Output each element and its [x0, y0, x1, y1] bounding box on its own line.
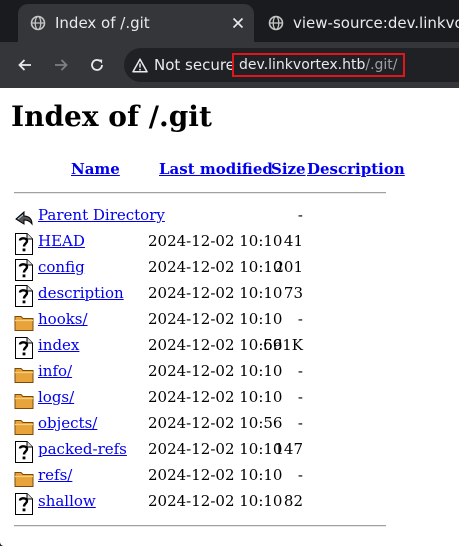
file-link[interactable]: Parent Directory	[38, 206, 165, 224]
file-link[interactable]: info/	[38, 362, 72, 380]
table-row: objects/2024-12-02 10:56-	[0, 412, 459, 438]
page-title: Index of /.git	[11, 100, 212, 133]
file-size: 41	[283, 232, 303, 250]
file-size: -	[297, 414, 303, 432]
url-text[interactable]: dev.linkvortex.htb/.git/	[232, 53, 405, 77]
table-row: info/2024-12-02 10:10-	[0, 360, 459, 386]
column-header-description[interactable]: Description	[307, 160, 405, 178]
reload-icon	[91, 59, 103, 71]
folder-icon	[14, 311, 34, 333]
file-size: -	[297, 362, 303, 380]
last-modified: 2024-12-02 10:10	[148, 466, 283, 484]
arrow-right-icon	[55, 59, 68, 71]
browser-toolbar: Not secure dev.linkvortex.htb/.git/	[0, 42, 459, 88]
security-indicator[interactable]: Not secure	[132, 48, 235, 82]
url-path: /.git/	[365, 57, 398, 73]
file-link[interactable]: index	[38, 336, 79, 354]
table-row: shallow 2024-12-02 10:10 82	[0, 490, 459, 516]
reload-button[interactable]	[85, 53, 109, 77]
last-modified: 2024-12-02 10:56	[148, 414, 283, 432]
table-row: packed-refs 2024-12-02 10:10 147	[0, 438, 459, 464]
page-content: Index of /.git Name Last modified Size D…	[0, 88, 459, 546]
last-modified: 2024-12-02 10:10	[148, 388, 283, 406]
unknown-file-icon	[14, 493, 34, 515]
last-modified: 2024-12-02 10:10	[148, 362, 283, 380]
security-label: Not secure	[154, 56, 235, 74]
back-button[interactable]	[13, 53, 37, 77]
file-link[interactable]: shallow	[38, 492, 96, 510]
file-size: 82	[283, 492, 303, 510]
last-modified: 2024-12-02 10:10	[148, 258, 283, 276]
forward-button[interactable]	[49, 53, 73, 77]
warning-triangle-icon	[132, 57, 148, 73]
tab-title: Index of /.git	[55, 14, 150, 32]
column-header-last-modified[interactable]: Last modified	[159, 160, 273, 178]
file-link[interactable]: packed-refs	[38, 440, 127, 458]
unknown-file-icon	[14, 285, 34, 307]
file-link[interactable]: HEAD	[38, 232, 85, 250]
file-link[interactable]: objects/	[38, 414, 97, 432]
unknown-file-icon	[14, 259, 34, 281]
table-row: description 2024-12-02 10:10 73	[0, 282, 459, 308]
file-size: -	[297, 206, 303, 224]
table-row: index 2024-12-02 10:56 691K	[0, 334, 459, 360]
tab-title: view-source:dev.linkvortex.htb/.git/	[293, 14, 459, 32]
folder-icon	[14, 363, 34, 385]
divider	[14, 525, 386, 527]
tab-close-button[interactable]	[228, 13, 248, 33]
table-row: logs/2024-12-02 10:10-	[0, 386, 459, 412]
unknown-file-icon	[14, 441, 34, 463]
column-header-size[interactable]: Size	[271, 160, 306, 178]
table-row: HEAD 2024-12-02 10:10 41	[0, 230, 459, 256]
last-modified: 2024-12-02 10:10	[148, 492, 283, 510]
file-link[interactable]: description	[38, 284, 124, 302]
column-header-name[interactable]: Name	[71, 160, 120, 178]
tab-strip: Index of /.git view-source:dev.linkvorte…	[0, 0, 459, 42]
table-row: hooks/2024-12-02 10:10-	[0, 308, 459, 334]
address-bar[interactable]: Not secure dev.linkvortex.htb/.git/	[124, 48, 459, 82]
table-row: Parent Directory -	[0, 204, 459, 230]
folder-icon	[14, 415, 34, 437]
close-icon	[232, 17, 244, 29]
last-modified: 2024-12-02 10:10	[148, 284, 283, 302]
file-size: 201	[274, 258, 303, 276]
globe-icon	[268, 15, 284, 31]
file-size: 73	[283, 284, 303, 302]
file-size: -	[297, 310, 303, 328]
url-host: dev.linkvortex.htb	[239, 57, 366, 73]
file-size: -	[297, 388, 303, 406]
file-size: 691K	[263, 336, 303, 354]
tab-index-of-git[interactable]: Index of /.git	[18, 4, 254, 42]
arrow-left-icon	[18, 59, 31, 71]
back-icon	[14, 207, 34, 229]
file-size: 147	[274, 440, 303, 458]
unknown-file-icon	[14, 233, 34, 255]
folder-icon	[14, 389, 34, 411]
divider	[14, 192, 386, 194]
last-modified: 2024-12-02 10:10	[148, 310, 283, 328]
file-size: -	[297, 466, 303, 484]
table-row: config 2024-12-02 10:10 201	[0, 256, 459, 282]
last-modified: 2024-12-02 10:10	[148, 440, 283, 458]
folder-icon	[14, 467, 34, 489]
file-link[interactable]: refs/	[38, 466, 72, 484]
last-modified: 2024-12-02 10:10	[148, 232, 283, 250]
globe-icon	[30, 15, 46, 31]
table-row: refs/2024-12-02 10:10-	[0, 464, 459, 490]
file-link[interactable]: logs/	[38, 388, 74, 406]
file-link[interactable]: hooks/	[38, 310, 88, 328]
tab-view-source[interactable]: view-source:dev.linkvortex.htb/.git/	[262, 4, 459, 42]
unknown-file-icon	[14, 337, 34, 359]
file-link[interactable]: config	[38, 258, 85, 276]
